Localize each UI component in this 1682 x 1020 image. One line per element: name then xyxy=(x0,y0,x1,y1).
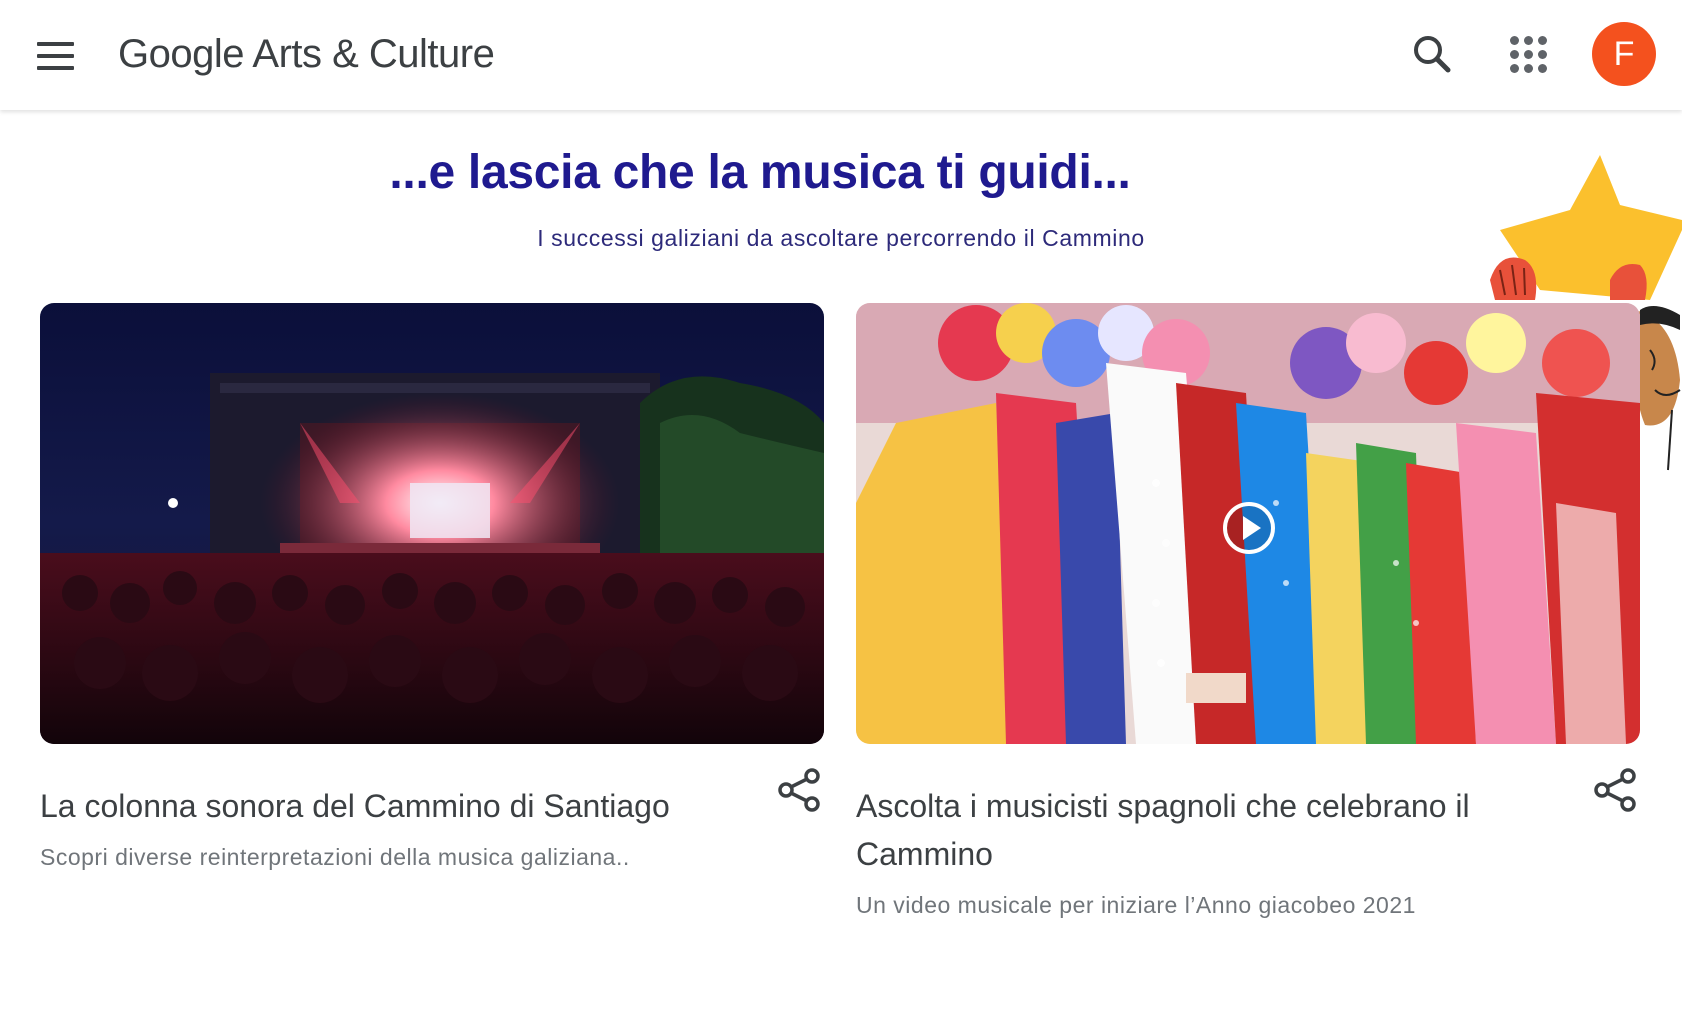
card-image-concert[interactable] xyxy=(40,303,824,744)
story-card-2[interactable]: Ascolta i musicisti spagnoli che celebra… xyxy=(856,303,1640,919)
play-icon[interactable] xyxy=(1221,500,1277,556)
apps-grid-icon[interactable] xyxy=(1504,30,1552,78)
account-avatar[interactable]: F xyxy=(1592,22,1656,86)
card-description: Scopri diverse reinterpretazioni della m… xyxy=(40,844,630,870)
logo-google-text: Google xyxy=(118,32,244,76)
share-icon[interactable] xyxy=(776,766,824,814)
search-icon[interactable] xyxy=(1408,30,1456,78)
google-arts-culture-logo[interactable]: Google Arts & Culture xyxy=(118,32,495,77)
hamburger-menu-icon[interactable] xyxy=(30,36,82,76)
card-image-dancers[interactable] xyxy=(856,303,1640,744)
card-title[interactable]: Ascolta i musicisti spagnoli che celebra… xyxy=(856,782,1556,878)
section-subtitle: I successi galiziani da ascoltare percor… xyxy=(537,225,1145,251)
section-title: ...e lascia che la musica ti guidi... xyxy=(389,146,1131,199)
card-description: Un video musicale per iniziare l’Anno gi… xyxy=(856,892,1416,918)
share-icon[interactable] xyxy=(1592,766,1640,814)
logo-suffix-text: Arts & Culture xyxy=(252,32,495,76)
top-app-bar: Google Arts & Culture F xyxy=(0,0,1682,110)
card-title[interactable]: La colonna sonora del Cammino di Santiag… xyxy=(40,782,740,830)
story-card-1[interactable]: La colonna sonora del Cammino di Santiag… xyxy=(40,303,824,871)
